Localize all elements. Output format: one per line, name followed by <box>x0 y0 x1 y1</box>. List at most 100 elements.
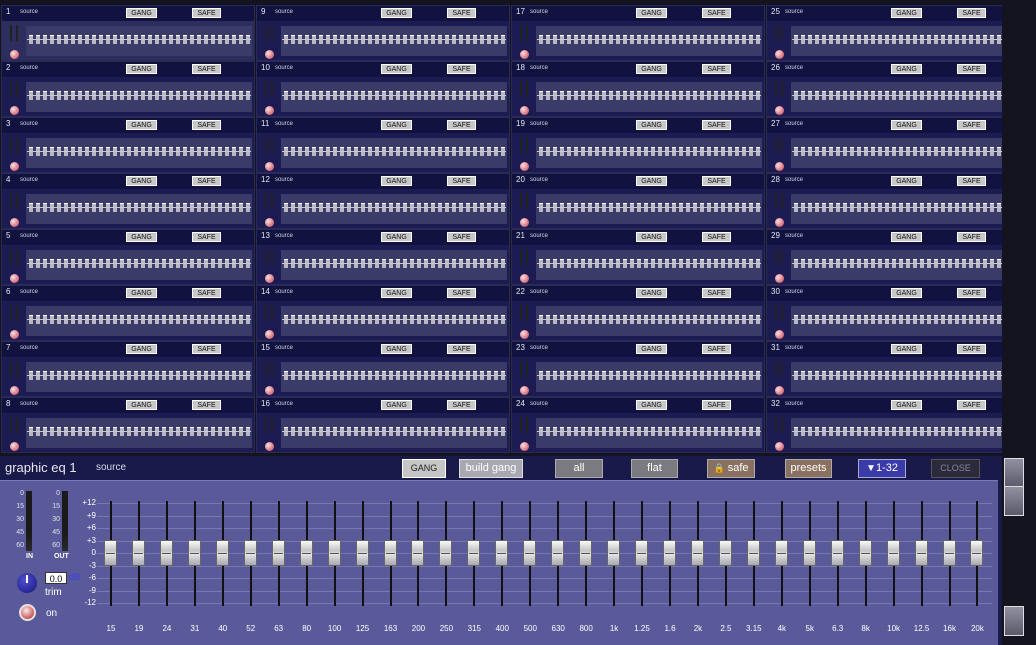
on-led[interactable] <box>10 106 19 115</box>
channel-eq-15[interactable]: 15 source GANG SAFE <box>256 341 510 397</box>
channel-gang-button[interactable]: GANG <box>126 176 157 186</box>
channel-gang-button[interactable]: GANG <box>126 400 157 410</box>
on-led[interactable] <box>10 50 19 59</box>
channel-safe-button[interactable]: SAFE <box>957 400 986 410</box>
on-led[interactable] <box>265 386 274 395</box>
on-led[interactable] <box>775 330 784 339</box>
channel-safe-button[interactable]: SAFE <box>702 8 731 18</box>
band-fader-40[interactable] <box>215 540 229 566</box>
channel-gang-button[interactable]: GANG <box>636 120 667 130</box>
build-gang-button[interactable]: build gang <box>459 459 523 478</box>
on-led[interactable] <box>520 442 529 451</box>
channel-eq-6[interactable]: 6 source GANG SAFE <box>1 285 255 341</box>
on-led[interactable] <box>775 50 784 59</box>
channel-gang-button[interactable]: GANG <box>891 176 922 186</box>
channel-safe-button[interactable]: SAFE <box>192 64 221 74</box>
on-button[interactable] <box>19 604 36 621</box>
channel-eq-17[interactable]: 17 source GANG SAFE <box>511 5 765 61</box>
on-led[interactable] <box>520 218 529 227</box>
channel-eq-7[interactable]: 7 source GANG SAFE <box>1 341 255 397</box>
band-fader-5k[interactable] <box>802 540 816 566</box>
channel-eq-14[interactable]: 14 source GANG SAFE <box>256 285 510 341</box>
channel-gang-button[interactable]: GANG <box>636 232 667 242</box>
channel-safe-button[interactable]: SAFE <box>192 8 221 18</box>
band-fader-500[interactable] <box>523 540 537 566</box>
channel-eq-18[interactable]: 18 source GANG SAFE <box>511 61 765 117</box>
scroll-up-button[interactable] <box>1004 458 1024 488</box>
channel-safe-button[interactable]: SAFE <box>702 176 731 186</box>
band-fader-125[interactable] <box>355 540 369 566</box>
band-fader-400[interactable] <box>495 540 509 566</box>
band-fader-24[interactable] <box>159 540 173 566</box>
channel-safe-button[interactable]: SAFE <box>192 232 221 242</box>
channel-eq-29[interactable]: 29 source GANG SAFE <box>766 229 1020 285</box>
band-fader-80[interactable] <box>299 540 313 566</box>
channel-gang-button[interactable]: GANG <box>636 176 667 186</box>
trim-knob[interactable] <box>17 573 37 593</box>
channel-gang-button[interactable]: GANG <box>636 8 667 18</box>
channel-eq-22[interactable]: 22 source GANG SAFE <box>511 285 765 341</box>
channel-eq-9[interactable]: 9 source GANG SAFE <box>256 5 510 61</box>
all-button[interactable]: all <box>555 459 603 478</box>
on-led[interactable] <box>265 218 274 227</box>
on-led[interactable] <box>265 162 274 171</box>
channel-safe-button[interactable]: SAFE <box>192 288 221 298</box>
on-led[interactable] <box>520 106 529 115</box>
band-fader-163[interactable] <box>383 540 397 566</box>
channel-safe-button[interactable]: SAFE <box>702 288 731 298</box>
scroll-down-button[interactable] <box>1004 606 1024 636</box>
channel-eq-32[interactable]: 32 source GANG SAFE <box>766 397 1020 453</box>
on-led[interactable] <box>265 442 274 451</box>
channel-safe-button[interactable]: SAFE <box>957 176 986 186</box>
band-fader-200[interactable] <box>411 540 425 566</box>
channel-safe-button[interactable]: SAFE <box>957 120 986 130</box>
channel-eq-19[interactable]: 19 source GANG SAFE <box>511 117 765 173</box>
channel-gang-button[interactable]: GANG <box>381 8 412 18</box>
channel-safe-button[interactable]: SAFE <box>447 400 476 410</box>
channel-gang-button[interactable]: GANG <box>891 400 922 410</box>
trim-value-field[interactable]: 0.0 <box>45 572 67 584</box>
band-fader-1.25[interactable] <box>635 540 649 566</box>
channel-eq-12[interactable]: 12 source GANG SAFE <box>256 173 510 229</box>
channel-safe-button[interactable]: SAFE <box>192 400 221 410</box>
channel-eq-11[interactable]: 11 source GANG SAFE <box>256 117 510 173</box>
band-fader-15[interactable] <box>104 540 117 566</box>
channel-safe-button[interactable]: SAFE <box>702 232 731 242</box>
channel-eq-13[interactable]: 13 source GANG SAFE <box>256 229 510 285</box>
flat-button[interactable]: flat <box>631 459 678 478</box>
channel-gang-button[interactable]: GANG <box>126 232 157 242</box>
band-fader-19[interactable] <box>131 540 145 566</box>
gang-button[interactable]: GANG <box>402 459 446 478</box>
band-fader-800[interactable] <box>579 540 593 566</box>
channel-gang-button[interactable]: GANG <box>381 120 412 130</box>
channel-range-button[interactable]: ▼1-32 <box>858 459 906 478</box>
on-led[interactable] <box>265 330 274 339</box>
channel-safe-button[interactable]: SAFE <box>957 64 986 74</box>
channel-eq-5[interactable]: 5 source GANG SAFE <box>1 229 255 285</box>
band-fader-1k[interactable] <box>607 540 621 566</box>
channel-gang-button[interactable]: GANG <box>891 120 922 130</box>
on-led[interactable] <box>775 386 784 395</box>
scroll-thumb[interactable] <box>1004 486 1024 516</box>
on-led[interactable] <box>520 386 529 395</box>
channel-eq-4[interactable]: 4 source GANG SAFE <box>1 173 255 229</box>
channel-eq-28[interactable]: 28 source GANG SAFE <box>766 173 1020 229</box>
channel-eq-10[interactable]: 10 source GANG SAFE <box>256 61 510 117</box>
on-led[interactable] <box>520 50 529 59</box>
on-led[interactable] <box>265 50 274 59</box>
band-fader-100[interactable] <box>327 540 341 566</box>
channel-safe-button[interactable]: SAFE <box>957 232 986 242</box>
channel-gang-button[interactable]: GANG <box>891 8 922 18</box>
on-led[interactable] <box>775 274 784 283</box>
channel-safe-button[interactable]: SAFE <box>192 176 221 186</box>
channel-eq-23[interactable]: 23 source GANG SAFE <box>511 341 765 397</box>
channel-gang-button[interactable]: GANG <box>381 232 412 242</box>
band-fader-8k[interactable] <box>858 540 872 566</box>
channel-gang-button[interactable]: GANG <box>126 344 157 354</box>
channel-safe-button[interactable]: SAFE <box>702 120 731 130</box>
channel-gang-button[interactable]: GANG <box>636 344 667 354</box>
right-scrollbar[interactable] <box>1002 0 1036 645</box>
channel-safe-button[interactable]: SAFE <box>447 176 476 186</box>
channel-gang-button[interactable]: GANG <box>636 400 667 410</box>
band-fader-630[interactable] <box>551 540 565 566</box>
